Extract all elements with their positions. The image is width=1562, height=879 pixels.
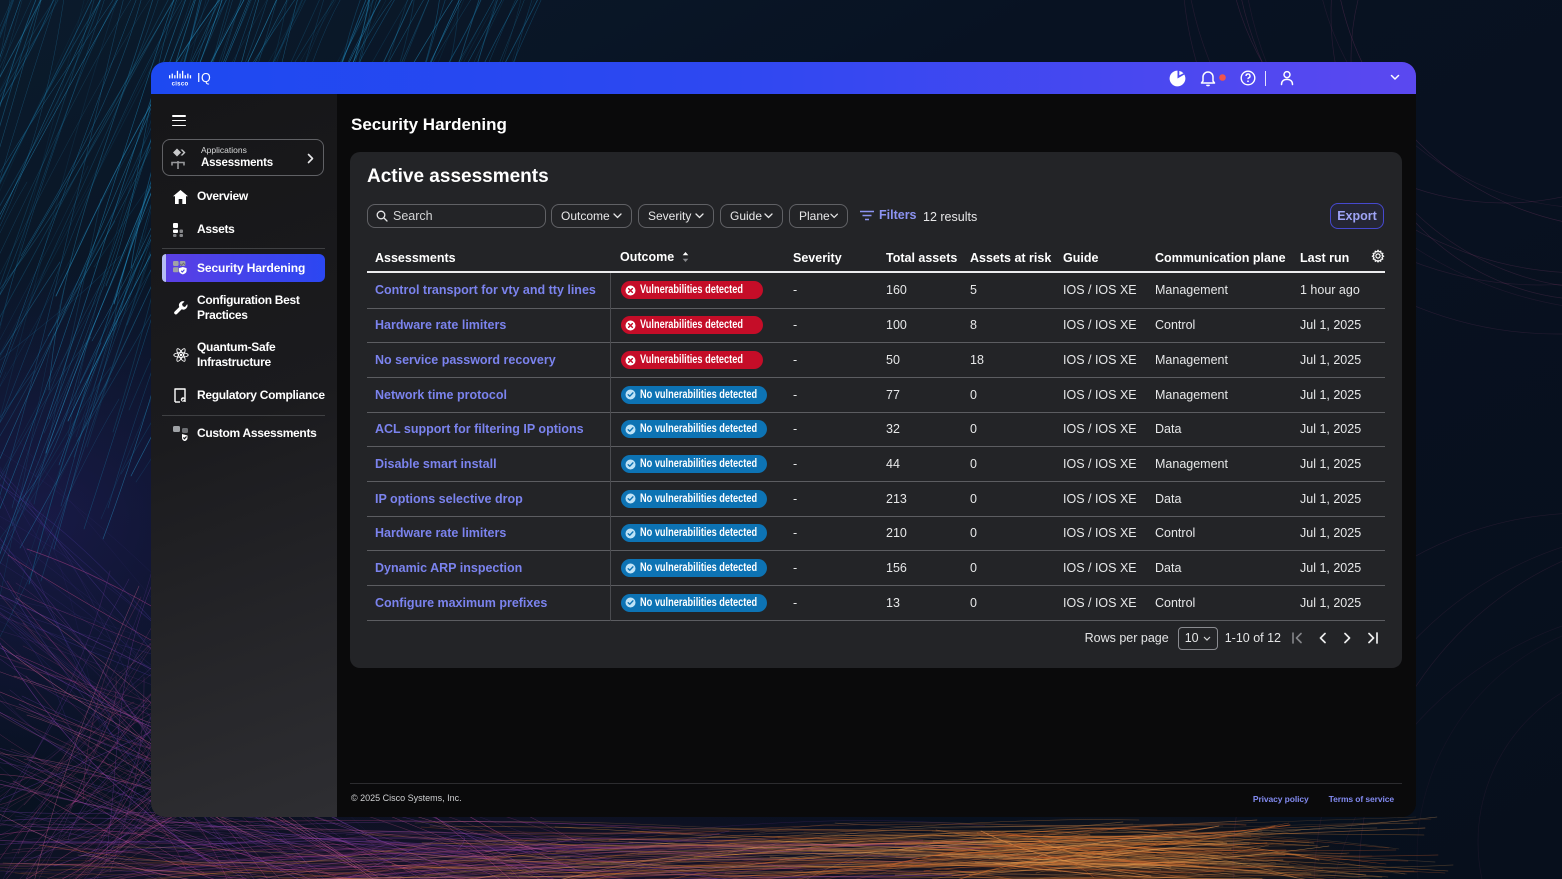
svg-text:cisco: cisco xyxy=(172,82,189,87)
